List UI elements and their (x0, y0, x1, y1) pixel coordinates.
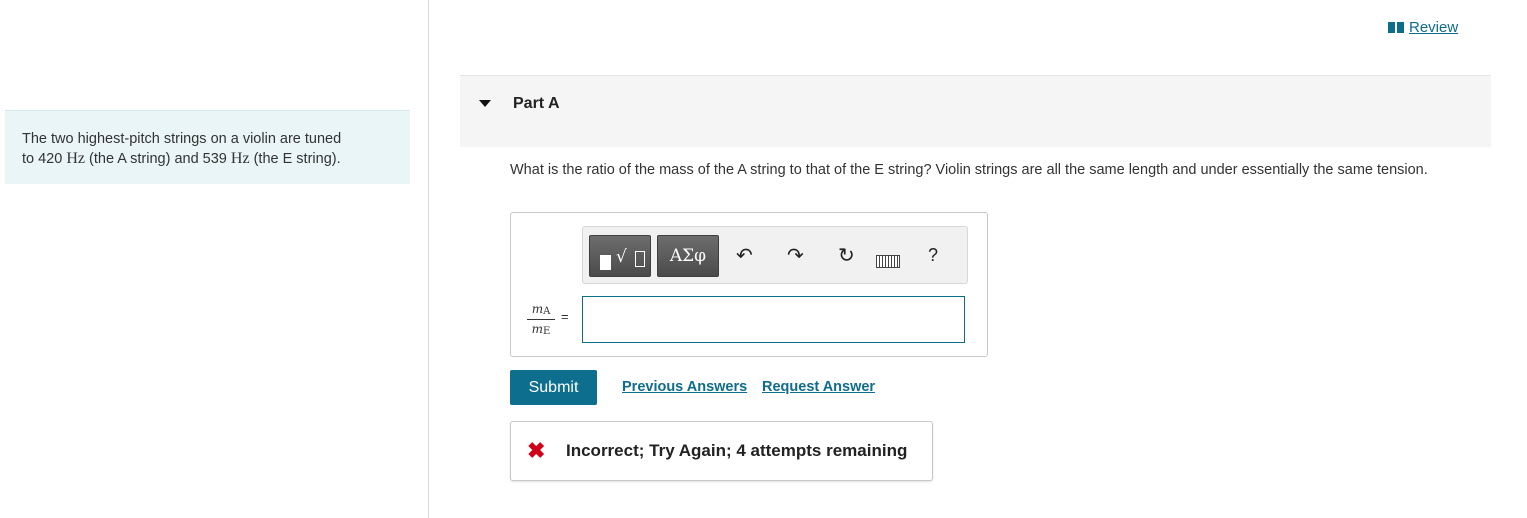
ratio-label: mA mE (527, 302, 555, 337)
error-x-icon: ✖ (527, 438, 546, 463)
book-icon (1388, 22, 1404, 33)
caret-down-icon[interactable] (479, 100, 491, 107)
review-link[interactable]: Review (1388, 19, 1458, 36)
unit-hz-2: Hz (230, 150, 250, 167)
answer-input[interactable] (582, 296, 965, 343)
part-title: Part A (513, 95, 560, 112)
review-label: Review (1409, 19, 1459, 36)
greek-symbols-button[interactable]: ΑΣφ (657, 235, 719, 277)
keyboard-icon[interactable] (876, 255, 900, 268)
undo-icon[interactable]: ↶ (736, 242, 753, 268)
problem-statement: The two highest-pitch strings on a violi… (5, 110, 410, 184)
template-box-icon (635, 251, 645, 267)
sqrt-icon: √ (616, 247, 627, 267)
problem-text-line-1: The two highest-pitch strings on a violi… (22, 131, 342, 147)
redo-icon[interactable]: ↷ (787, 242, 804, 268)
problem-text-b: (the A string) and 539 (85, 151, 231, 167)
math-toolbar: √ ΑΣφ ↶ ↷ ↻ ? (582, 226, 968, 284)
template-square-icon (600, 255, 611, 270)
submit-button[interactable]: Submit (510, 370, 597, 405)
problem-text-c: (the E string). (249, 151, 341, 167)
ratio-numerator: mA (527, 302, 555, 320)
previous-answers-link[interactable]: Previous Answers (622, 379, 747, 395)
column-divider (428, 0, 429, 518)
request-answer-link[interactable]: Request Answer (762, 379, 875, 395)
reset-icon[interactable]: ↻ (838, 242, 855, 268)
feedback-panel: ✖ Incorrect; Try Again; 4 attempts remai… (510, 421, 933, 481)
problem-text-a: to 420 (22, 151, 67, 167)
answer-panel: √ ΑΣφ ↶ ↷ ↻ ? mA mE = (510, 212, 988, 357)
equals-sign: = (561, 309, 569, 324)
question-text: What is the ratio of the mass of the A s… (510, 162, 1428, 178)
help-button[interactable]: ? (928, 242, 938, 268)
unit-hz-1: Hz (66, 150, 85, 167)
part-header[interactable]: Part A (460, 75, 1491, 147)
ratio-denominator: mE (531, 322, 551, 337)
feedback-text: Incorrect; Try Again; 4 attempts remaini… (566, 441, 908, 460)
templates-button[interactable]: √ (589, 235, 651, 277)
